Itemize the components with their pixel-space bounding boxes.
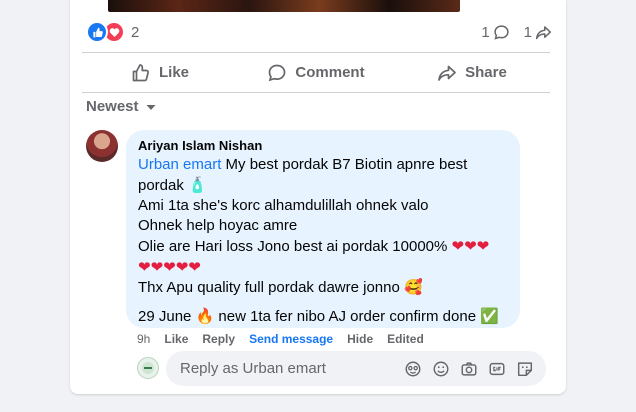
hearts-emoji-icon: ❤❤❤ <box>451 237 490 255</box>
like-reaction-icon <box>86 21 108 43</box>
fire-emoji-icon: 🔥 <box>195 307 215 325</box>
like-button[interactable]: Like <box>82 53 238 92</box>
comment-sort-dropdown[interactable]: Newest <box>86 98 157 115</box>
lotion-emoji-icon: 🧴 <box>188 176 207 194</box>
comment-reply-button[interactable]: Reply <box>202 331 235 347</box>
reply-input[interactable] <box>178 359 404 378</box>
comment-text: Urban emart My best pordak B7 Biotin apn… <box>138 155 508 327</box>
hearts-emoji-icon: ❤❤❤❤❤ <box>138 258 201 276</box>
share-count: 1 <box>523 23 532 41</box>
reactions-summary[interactable]: 2 <box>86 21 140 43</box>
comment-line: Ohnek help hoyac amre <box>138 217 298 234</box>
comment-line: Olie are Hari loss Jono best ai pordak 1… <box>138 236 508 257</box>
engagement-counts: 1 1 <box>481 22 552 42</box>
sort-label: Newest <box>86 98 139 115</box>
comment-text-segment: new 1ta fer nibo AJ order confirm done <box>214 308 481 325</box>
comment-text-segment: Olie are Hari loss Jono best ai pordak 1… <box>138 238 452 255</box>
comment-text-segment: My best pordak B7 Biotin apnre best <box>221 156 468 173</box>
divider <box>82 92 550 93</box>
comment-like-button[interactable]: Like <box>164 331 188 347</box>
comment-button[interactable]: Comment <box>238 53 394 92</box>
check-emoji-icon: ✅ <box>480 307 499 325</box>
comment-text-segment: Thx Apu quality full pordak dawre jonno <box>138 279 404 296</box>
share-count-link[interactable]: 1 <box>524 24 552 41</box>
gif-icon[interactable] <box>488 360 506 378</box>
commenter-avatar[interactable] <box>86 130 118 162</box>
share-label: Share <box>465 64 507 81</box>
comment-bubble-icon <box>494 24 509 40</box>
like-label: Like <box>158 64 189 81</box>
thumbs-up-icon <box>132 63 149 81</box>
reactions-count: 2 <box>131 23 140 41</box>
page-logo-icon <box>142 362 154 374</box>
reply-composer <box>166 351 546 386</box>
comment-line: pordak 🧴 <box>138 175 508 196</box>
comment-line: Ami 1ta she's korc alhamdulillah ohnek v… <box>138 197 429 214</box>
sticker-icon[interactable] <box>516 360 534 378</box>
hide-comment-button[interactable]: Hide <box>347 331 373 347</box>
emoji-icon[interactable] <box>432 360 450 378</box>
comment-count: 1 <box>481 23 490 41</box>
edited-label[interactable]: Edited <box>387 331 424 347</box>
caret-down-icon <box>146 104 156 110</box>
comment-line: 29 June 🔥 new 1ta fer nibo AJ order conf… <box>138 306 508 327</box>
share-arrow-icon <box>535 25 552 39</box>
smiling-hearts-emoji-icon: 🥰 <box>404 278 423 296</box>
camera-icon[interactable] <box>460 360 478 378</box>
comment-count-link[interactable]: 1 <box>481 24 509 41</box>
post-actions-bar: Like Comment Share <box>82 53 550 92</box>
comment-icon <box>269 64 286 81</box>
comment-meta-actions: 9h Like Reply Send message Hide Edited <box>137 331 424 347</box>
share-button[interactable]: Share <box>394 53 550 92</box>
comment-text-segment: pordak <box>138 177 189 194</box>
comment-line: Urban emart My best pordak B7 Biotin apn… <box>138 155 508 175</box>
comment-bubble: Ariyan Islam Nishan Urban emart My best … <box>126 130 520 328</box>
comment-text-segment: 29 June <box>138 308 196 325</box>
page-avatar <box>137 357 159 379</box>
share-icon <box>438 65 456 81</box>
send-message-button[interactable]: Send message <box>249 331 333 347</box>
comment-author[interactable]: Ariyan Islam Nishan <box>138 138 508 154</box>
composer-tools <box>404 360 534 378</box>
page-mention-link[interactable]: Urban emart <box>138 156 221 173</box>
comment-timestamp[interactable]: 9h <box>137 331 150 347</box>
avatar-sticker-icon[interactable] <box>404 360 422 378</box>
comment-label: Comment <box>295 64 365 81</box>
comment-line: Thx Apu quality full pordak dawre jonno … <box>138 277 508 298</box>
post-image[interactable] <box>108 0 460 12</box>
